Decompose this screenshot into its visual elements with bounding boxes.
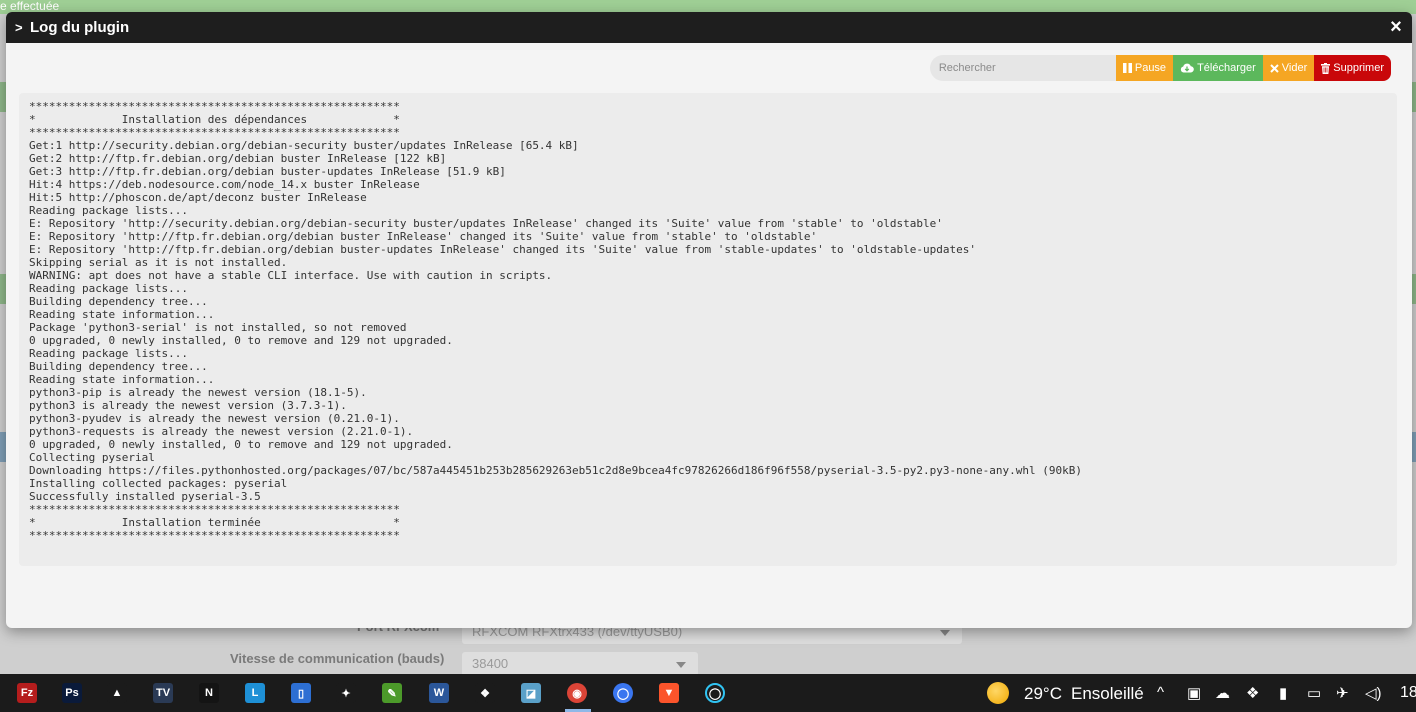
background-speed-select[interactable]: 38400 bbox=[462, 652, 698, 676]
delete-label: Supprimer bbox=[1333, 62, 1384, 74]
search-input[interactable] bbox=[929, 55, 1116, 81]
log-output-panel[interactable]: ****************************************… bbox=[19, 93, 1397, 566]
l-app-icon[interactable]: L bbox=[245, 683, 265, 703]
tray-dropbox-icon[interactable]: ❖ bbox=[1246, 684, 1259, 702]
plugin-log-modal: > Log du plugin × Pause Télécharger Vide… bbox=[6, 12, 1412, 628]
tools-app-icon[interactable]: ✦ bbox=[336, 683, 356, 703]
tray-battery-icon[interactable]: ▭ bbox=[1307, 684, 1321, 702]
tray-volume-icon[interactable]: ◁) bbox=[1365, 684, 1382, 702]
notepad-plus-icon[interactable]: ✎ bbox=[382, 683, 402, 703]
brave-icon[interactable]: ▼ bbox=[659, 683, 679, 703]
tray-chevron-up-icon[interactable]: ^ bbox=[1157, 684, 1164, 701]
alexa-icon[interactable]: ◯ bbox=[705, 683, 725, 703]
vlc-icon[interactable]: ▲ bbox=[107, 683, 127, 703]
download-label: Télécharger bbox=[1197, 62, 1256, 74]
word-app-icon[interactable]: W bbox=[429, 683, 449, 703]
notes-app-icon[interactable]: ▯ bbox=[291, 683, 311, 703]
background-speed-value: 38400 bbox=[472, 656, 509, 671]
download-button[interactable]: Télécharger bbox=[1173, 55, 1263, 81]
background-speed-label: Vitesse de communication (bauds) bbox=[230, 651, 445, 666]
cloud-download-icon bbox=[1180, 63, 1194, 73]
filezilla-icon[interactable]: Fz bbox=[17, 683, 37, 703]
clear-button[interactable]: Vider bbox=[1262, 55, 1315, 81]
x-icon bbox=[1270, 63, 1279, 73]
tv-app-icon[interactable]: TV bbox=[153, 683, 173, 703]
log-toolbar: Pause Télécharger Vider Supprimer bbox=[929, 55, 1391, 81]
pause-button[interactable]: Pause bbox=[1115, 55, 1174, 81]
trash-icon bbox=[1321, 62, 1331, 74]
tray-webcam-icon[interactable]: ▣ bbox=[1187, 684, 1201, 702]
pause-label: Pause bbox=[1134, 62, 1167, 74]
modal-title: Log du plugin bbox=[30, 19, 130, 36]
netflix-icon[interactable]: N bbox=[199, 683, 219, 703]
chevron-down-icon bbox=[676, 662, 686, 668]
weather-temperature: 29°C bbox=[1024, 684, 1062, 703]
photoshop-icon[interactable]: Ps bbox=[62, 683, 82, 703]
taskbar-clock[interactable]: 18 bbox=[1400, 684, 1416, 702]
tray-onedrive-icon[interactable]: ☁ bbox=[1215, 684, 1230, 702]
sun-icon bbox=[987, 682, 1009, 704]
pause-icon bbox=[1122, 63, 1132, 73]
close-button[interactable]: × bbox=[1388, 17, 1404, 37]
modal-header: > Log du plugin × bbox=[6, 12, 1412, 43]
weather-description: Ensoleillé bbox=[1071, 684, 1144, 703]
signal-icon[interactable]: ◯ bbox=[613, 683, 633, 703]
delete-button[interactable]: Supprimer bbox=[1314, 55, 1391, 81]
tray-microphone-icon[interactable]: ▮ bbox=[1279, 684, 1287, 702]
python-icon[interactable]: ❖ bbox=[475, 683, 495, 703]
chevron-down-icon bbox=[940, 630, 950, 636]
editor-app-icon[interactable]: ◪ bbox=[521, 683, 541, 703]
chrome-icon[interactable]: ◉ bbox=[567, 683, 587, 703]
tray-airplane-mode-icon[interactable]: ✈ bbox=[1336, 684, 1349, 702]
log-text: ****************************************… bbox=[29, 100, 1082, 542]
chevron-right-icon: > bbox=[15, 20, 23, 35]
clear-label: Vider bbox=[1281, 62, 1308, 74]
windows-taskbar: Fz Ps ▲ TV N L ▯ ✦ ✎ W ❖ ◪ ◉ ◯ ▼ ◯ bbox=[0, 674, 1416, 712]
